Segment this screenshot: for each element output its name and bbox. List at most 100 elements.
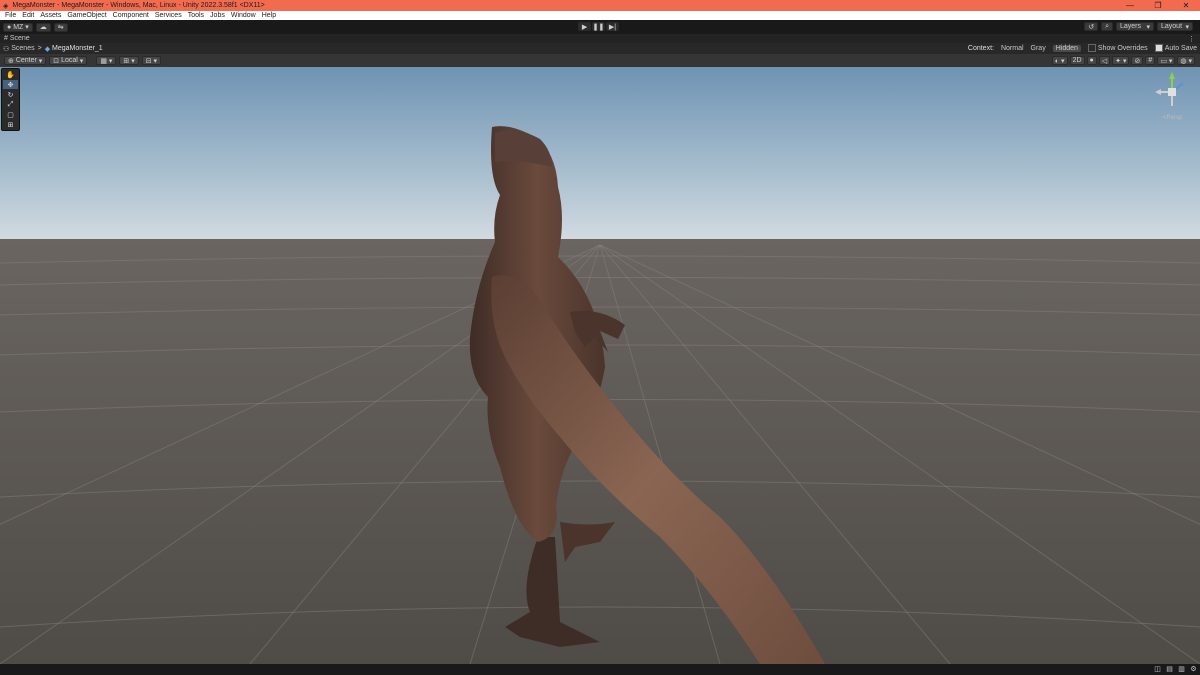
menu-help[interactable]: Help (262, 11, 276, 20)
play-button[interactable]: ▶ (578, 22, 591, 31)
scale-tool-button[interactable]: ⤢ (3, 100, 18, 109)
step-button[interactable]: ▶| (606, 22, 619, 31)
sky (0, 67, 1200, 245)
lighting-toggle[interactable]: ● (1086, 56, 1097, 65)
close-icon[interactable]: ✕ (1172, 0, 1200, 11)
maximize-icon[interactable]: ❐ (1144, 0, 1172, 11)
menu-bar: File Edit Assets GameObject Component Se… (0, 11, 1200, 20)
scene-viewport[interactable] (0, 67, 1200, 664)
auto-save-toggle[interactable]: Auto Save (1154, 44, 1197, 52)
scenes-icon: ⚇ (3, 45, 12, 53)
eye-slash-icon: ⊘ (1134, 57, 1141, 65)
scene-render[interactable] (0, 67, 1200, 664)
auto-save-checkbox[interactable] (1154, 44, 1163, 52)
chevron-down-icon: ▾ (1185, 23, 1189, 31)
menu-window[interactable]: Window (231, 11, 256, 20)
light-bulb-icon: ● (1089, 57, 1094, 64)
menu-component[interactable]: Component (113, 11, 149, 20)
prefab-icon: ◆ (44, 45, 53, 53)
context-hidden[interactable]: Hidden (1052, 44, 1081, 52)
hidden-objects-toggle[interactable]: ⊘ (1131, 56, 1144, 65)
rect-icon: ▢ (7, 111, 14, 119)
snap-icon: ⊞ ▾ (123, 57, 135, 65)
rotate-icon: ↻ (7, 91, 14, 99)
account-label: MZ (13, 23, 24, 31)
camera-settings-dropdown[interactable]: ▭ ▾ (1157, 56, 1176, 65)
grid-icon: ▦ ▾ (100, 57, 113, 65)
auto-save-label: Auto Save (1164, 44, 1197, 52)
window-title-bar: ◈ MegaMonster - MegaMonster - Windows, M… (0, 0, 1200, 11)
tab-scene-label: Scene (9, 35, 30, 42)
account-button[interactable]: ● MZ ▾ (3, 22, 33, 32)
menu-tools[interactable]: Tools (188, 11, 204, 20)
breadcrumb-root[interactable]: Scenes (11, 45, 34, 52)
layout-label: Layout (1161, 23, 1183, 30)
play-controls: ▶ ❚❚ ▶| (578, 22, 620, 31)
undo-history-button[interactable]: ↺ (1084, 22, 1099, 31)
layers-label: Layers (1120, 23, 1142, 30)
snap-increment-button[interactable]: ⊞ ▾ (119, 56, 139, 65)
chevron-down-icon: ▾ (77, 57, 84, 65)
ruler-icon: ⊟ ▾ (145, 57, 158, 65)
breadcrumb-separator: > (37, 45, 42, 52)
cloud-icon: ☁ (39, 24, 47, 31)
axis-gizmo-icon[interactable] (1152, 70, 1192, 114)
more-options-icon[interactable]: ⋮ (1188, 35, 1195, 43)
grid-snap-button[interactable]: ▦ ▾ (96, 56, 117, 65)
debug-icon[interactable]: ◫ (1153, 665, 1162, 673)
menu-gameobject[interactable]: GameObject (67, 11, 106, 20)
layout-dropdown[interactable]: Layout ▾ (1157, 22, 1193, 31)
progress-icon[interactable]: ▥ (1177, 665, 1186, 673)
step-icon: ▶| (608, 23, 617, 31)
minimize-icon[interactable]: — (1116, 0, 1144, 11)
effects-toggle[interactable]: ✦ ▾ (1112, 56, 1130, 65)
camera-icon: ▭ ▾ (1160, 57, 1173, 65)
notifications-icon[interactable]: ▤ (1165, 665, 1174, 673)
pivot-center-dropdown[interactable]: ⊕ Center ▾ (4, 56, 47, 65)
audio-toggle[interactable]: ◁ (1098, 56, 1111, 65)
pause-button[interactable]: ❚❚ (592, 22, 605, 31)
rotate-tool-button[interactable]: ↻ (3, 90, 18, 99)
status-bar: ◫ ▤ ▥ ⚙ (0, 664, 1200, 675)
speaker-icon: ◁ (1101, 57, 1108, 65)
tab-scene[interactable]: # Scene (4, 35, 30, 42)
main-toolbar: ● MZ ▾ ☁ ⇋ ▶ ❚❚ ▶| ↺ ⌕ Layers ▾ Layout ▾ (0, 20, 1200, 34)
search-button[interactable]: ⌕ (1101, 22, 1113, 31)
incremental-snap-button[interactable]: ⊟ ▾ (141, 56, 162, 65)
version-control-button[interactable]: ⇋ (53, 22, 68, 32)
menu-services[interactable]: Services (155, 11, 182, 20)
scale-icon: ⤢ (7, 100, 14, 108)
layers-dropdown[interactable]: Layers ▾ (1116, 22, 1154, 31)
show-overrides-checkbox[interactable] (1087, 44, 1096, 52)
cloud-button[interactable]: ☁ (35, 22, 51, 32)
rect-tool-button[interactable]: ▢ (3, 110, 18, 119)
scene-view-options: ◐ ▾ 2D ● ◁ ✦ ▾ ⊘ # ▭ ▾ ◍ ▾ (1051, 56, 1197, 65)
draw-mode-dropdown[interactable]: ◐ ▾ (1051, 56, 1068, 65)
context-normal[interactable]: Normal (1001, 45, 1024, 52)
show-overrides-toggle[interactable]: Show Overrides (1087, 44, 1148, 52)
play-icon: ▶ (581, 23, 588, 31)
pivot-label: Center (15, 57, 37, 64)
view-tool-button[interactable]: ✋ (3, 70, 18, 79)
branch-icon: ⇋ (57, 24, 64, 31)
move-tool-button[interactable]: ✥ (3, 80, 18, 89)
settings-icon[interactable]: ⚙ (1189, 665, 1198, 673)
transform-tool-button[interactable]: ⊞ (3, 120, 18, 129)
projection-label[interactable]: ≺Persp (1152, 114, 1192, 121)
context-controls: Context: Normal Gray Hidden Show Overrid… (968, 44, 1197, 52)
grid-visibility-toggle[interactable]: # (1145, 56, 1156, 65)
gizmos-dropdown[interactable]: ◍ ▾ (1177, 56, 1195, 65)
menu-file[interactable]: File (5, 11, 16, 20)
space-local-dropdown[interactable]: ⊡ Local ▾ (49, 56, 88, 65)
space-label: Local (61, 57, 78, 64)
orientation-gizmo[interactable]: ≺Persp (1152, 70, 1192, 122)
history-icon: ↺ (1088, 23, 1095, 31)
menu-assets[interactable]: Assets (40, 11, 61, 20)
unity-logo-icon: ◈ (3, 2, 9, 10)
context-gray[interactable]: Gray (1031, 45, 1046, 52)
toggle-2d-button[interactable]: 2D (1069, 56, 1085, 65)
menu-edit[interactable]: Edit (22, 11, 34, 20)
breadcrumb-current[interactable]: MegaMonster_1 (52, 45, 103, 52)
effects-icon: ✦ ▾ (1115, 57, 1127, 65)
menu-jobs[interactable]: Jobs (210, 11, 225, 20)
